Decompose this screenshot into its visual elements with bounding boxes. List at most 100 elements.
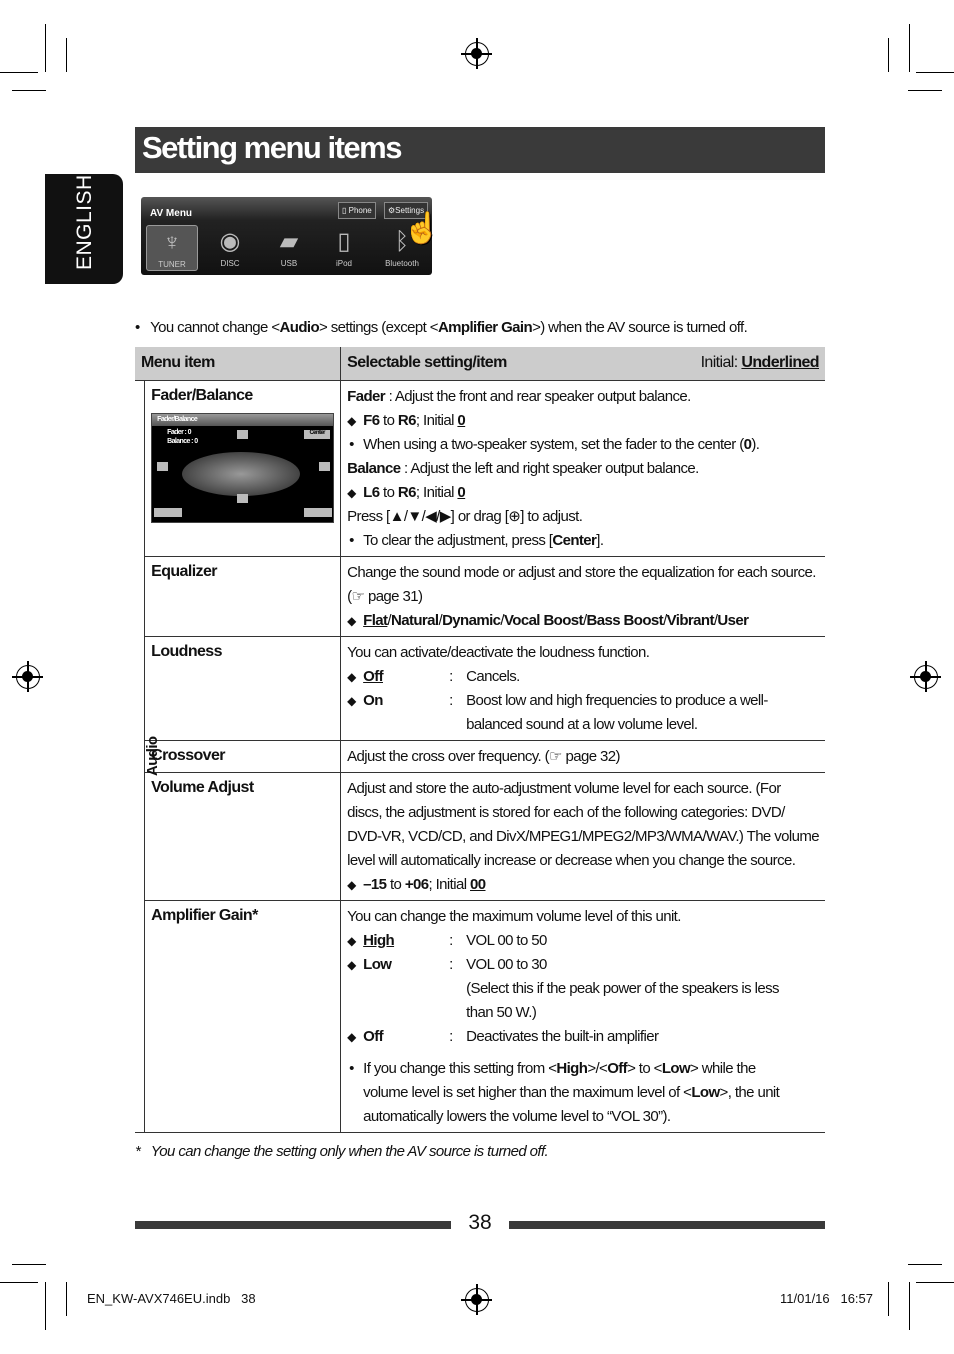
footnote-mark: * [135,1143,141,1160]
setting-description: Fader : Adjust the front and rear speake… [340,380,825,557]
text-segment: : Adjust the left and right speaker outp… [400,459,699,477]
crop-mark [66,1282,67,1316]
text-segment: Low [691,1083,720,1101]
screen-title: Fader/Balance [152,413,334,426]
crop-mark [888,1282,889,1316]
text-segment: balanced sound at a low volume level. [466,715,698,733]
text-segment: > to < [627,1059,662,1077]
text-segment: discs, the adjustment is stored for each… [347,803,785,821]
description-line: When using a two-speaker system, set the… [347,433,819,457]
text-segment: Vibrant [666,611,715,629]
table-row: Crossover Adjust the cross over frequency… [135,740,825,773]
hand-pointer-icon: ☝ [403,212,441,245]
table-row: Loudness You can activate/deactivate the … [135,636,825,741]
text-segment: ]. [596,531,604,549]
text-segment: Adjust and store the auto-adjustment vol… [347,779,781,797]
menu-item: Loudness [144,636,341,741]
menu-item-label: Volume Adjust [151,778,254,796]
av-menu-screenshot: AV Menu ▯ Phone ⚙Settings ♆ TUNER ◉ DISC ▰… [141,197,440,275]
description-line: F6 to R6; Initial 0 [347,409,819,433]
crop-mark [0,1282,38,1283]
registration-mark-icon [461,1284,492,1315]
text-segment: R6 [397,483,417,501]
text-segment: to [379,411,398,429]
text-segment: to [386,875,405,893]
text-segment: 00 [470,875,486,893]
text-segment: Deactivates the built-in amplifier [466,1027,659,1045]
text-segment: User [717,611,749,629]
description-line: (Select this if the peak power of the sp… [347,977,819,1001]
crop-mark [66,38,67,72]
colon: : [449,931,453,949]
text-segment: > settings (except < [319,319,439,336]
text-segment: You can activate/deactivate the loudness… [347,643,650,661]
left-arrow-icon [157,461,169,471]
footnote-text: You can change the setting only when the… [150,1143,549,1160]
menu-item-label: Fader/Balance [151,386,253,404]
description-line: Adjust the cross over frequency. (☞ page… [347,745,819,769]
text-segment: Natural [391,611,439,629]
option-label: High [363,931,395,949]
text-segment: Adjust the cross over frequency. (☞ page… [347,747,620,765]
description-line: To clear the adjustment, press [Center]. [347,529,819,553]
menu-item-label: Crossover [151,746,225,764]
option-label: Off [363,667,383,685]
crop-mark [12,1264,46,1265]
colon: : [449,691,453,709]
text-segment: Vocal Boost [503,611,584,629]
table-row: Audio Fader/Balance Fader/Balance Fader : 0… [135,380,825,1133]
text-segment: You can change the maximum volume level … [347,907,681,925]
text-segment: ; Initial [415,483,458,501]
crop-mark [909,24,910,72]
source-label: iPod [335,259,352,268]
text-segment: (Select this if the peak power of the sp… [466,979,779,997]
balance-readout: Balance : 0 [167,437,198,445]
description-line: discs, the adjustment is stored for each… [347,801,819,825]
menu-item: Crossover [144,740,341,773]
menu-item: Amplifier Gain* [144,900,341,1133]
menu-item: Volume Adjust [144,772,341,901]
text-segment: VOL 00 to 50 [466,931,547,949]
language-tab: ENGLISH [45,174,123,284]
exit-button [304,507,333,517]
page-bar-left [135,1221,451,1229]
text-segment: > while the [690,1059,756,1077]
crop-mark [916,72,954,73]
language-label: ENGLISH [73,174,96,270]
crop-mark [908,1264,942,1265]
setting-description: You can activate/deactivate the loudness… [340,636,825,741]
text-segment: Flat [363,611,388,629]
table-row: Equalizer Change the sound mode or adjust… [135,556,825,637]
colon: : [449,955,453,973]
back-button [154,507,183,517]
registration-mark-icon [461,38,492,69]
center-button: Center [304,429,331,439]
header-setting-label: Selectable setting/item [347,354,507,371]
text-segment: Amplifier Gain [437,319,533,336]
description-line: (☞ page 31) [347,585,819,609]
registration-mark-icon [12,661,43,692]
text-segment: R6 [397,411,417,429]
text-segment: volume level is set higher than the maxi… [363,1083,692,1101]
text-segment: Low [661,1059,691,1077]
text-segment: (☞ page 31) [347,587,423,605]
right-arrow-icon [319,461,331,471]
menu-item-label: Loudness [151,642,222,660]
registration-mark-icon [910,661,941,692]
av-menu-title: AV Menu [150,208,193,219]
tuner-antenna-icon: ♆ TUNER [146,225,198,271]
text-segment: Press [▲/▼/◀/▶] or drag [⊕] to adjust. [347,507,583,525]
phone-button: ▯ Phone [338,202,376,219]
text-segment: Center [552,531,597,549]
description-line: Flat/Natural/Dynamic/Vocal Boost/Bass Bo… [347,609,819,633]
description-line: Adjust and store the auto-adjustment vol… [347,777,819,801]
settings-table: Menu item Selectable setting/item Initial… [135,347,825,1133]
text-segment: Fader [347,387,385,405]
description-line: Off: Cancels. [347,665,819,689]
text-segment: To clear the adjustment, press [ [363,531,553,549]
footnote: * You can change the setting only when t… [135,1143,549,1160]
description-line: Balance : Adjust the left and right spea… [347,457,819,481]
table-row: Amplifier Gain* You can change the maximu… [135,900,825,1133]
option-label: On [363,691,383,709]
up-arrow-icon [237,429,249,439]
